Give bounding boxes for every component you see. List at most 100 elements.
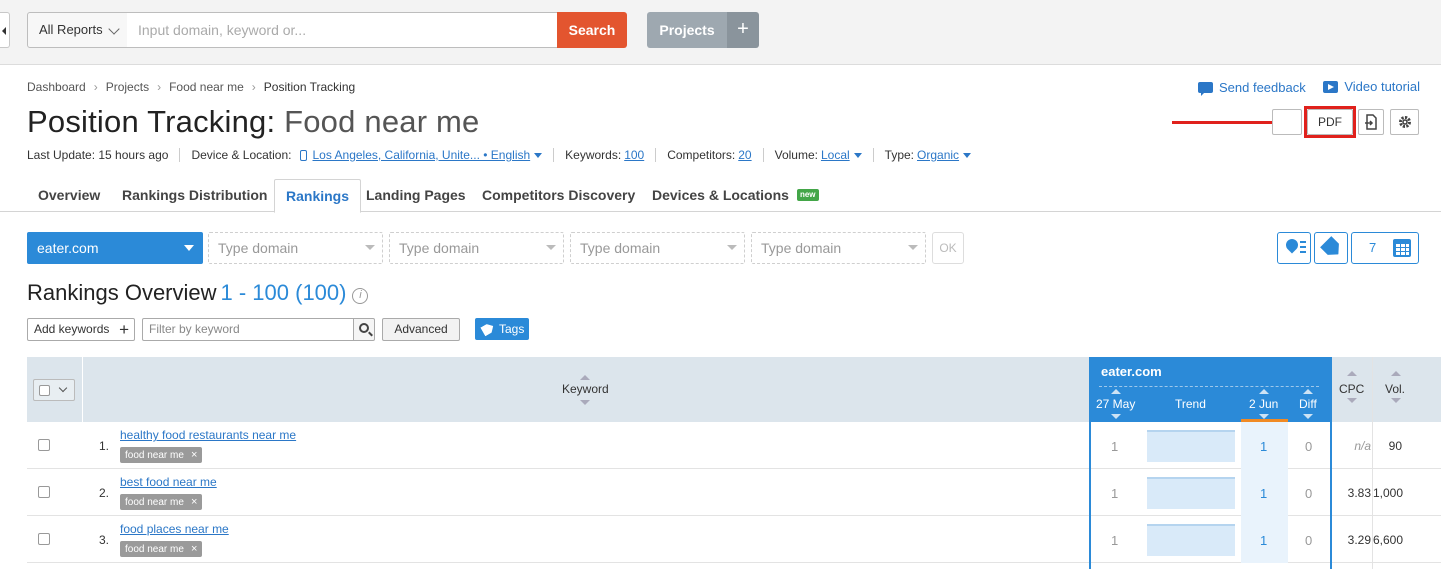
collapse-menu-button[interactable] <box>0 12 10 48</box>
calendar-icon <box>1393 239 1411 257</box>
keywords-count-link[interactable]: 100 <box>624 148 644 162</box>
competitor-domain-input-4[interactable]: Type domain <box>751 232 926 264</box>
competitor-domain-input-1[interactable]: Type domain <box>208 232 383 264</box>
keyword-link[interactable]: best food near me <box>120 475 217 489</box>
mobile-icon <box>299 149 307 161</box>
row-number: 2. <box>99 486 110 500</box>
add-keywords-label: Add keywords <box>34 322 110 336</box>
chevron-down-icon <box>365 245 375 250</box>
competitor-domain-placeholder: Type domain <box>761 240 842 256</box>
volume-column-header[interactable]: Vol. <box>1385 382 1406 396</box>
video-tutorial-label: Video tutorial <box>1344 79 1420 94</box>
date-range-value: 7 <box>1369 240 1377 255</box>
cpc-value: 3.83 <box>1347 486 1371 500</box>
device-location-value[interactable]: Los Angeles, California, Unite... • Engl… <box>313 148 531 162</box>
tab-devices-locations[interactable]: Devices & Locations new <box>641 179 830 212</box>
select-all-dropdown[interactable] <box>33 379 75 401</box>
cpc-value: 3.29 <box>1347 533 1371 547</box>
remove-tag-icon[interactable]: × <box>191 543 197 555</box>
top-bar: All Reports Input domain, keyword or... … <box>0 0 1441 65</box>
main-domain-label: eater.com <box>37 240 99 256</box>
competitor-domain-input-2[interactable]: Type domain <box>389 232 564 264</box>
tab-landing-pages[interactable]: Landing Pages <box>355 179 477 212</box>
chevron-down-icon[interactable] <box>853 152 862 158</box>
tag-icon <box>1320 236 1344 260</box>
competitors-label: Competitors: <box>667 148 736 162</box>
location-filter-button[interactable] <box>1277 232 1311 264</box>
breadcrumb: Dashboard › Projects › Food near me › Position… <box>27 80 356 94</box>
row-checkbox[interactable] <box>38 486 50 498</box>
search-button[interactable]: Search <box>557 12 627 48</box>
projects-button[interactable]: Projects <box>647 12 727 48</box>
tags-filter-button[interactable] <box>1314 232 1348 264</box>
keyword-tag: food near me × <box>120 447 203 463</box>
keyword-link[interactable]: healthy food restaurants near me <box>120 428 296 442</box>
row-checkbox[interactable] <box>38 533 50 545</box>
row-checkbox[interactable] <box>38 439 50 451</box>
rankings-range: 1 - 100 (100) <box>220 280 347 305</box>
chevron-down-icon <box>108 23 120 35</box>
date-range-button[interactable]: 7 <box>1351 232 1419 264</box>
volume-value: 1,000 <box>1373 486 1404 500</box>
chevron-down-icon <box>184 245 194 251</box>
share-button[interactable] <box>1272 109 1302 135</box>
export-button[interactable] <box>1358 109 1384 135</box>
chevron-down-icon[interactable] <box>534 152 543 158</box>
select-all-checkbox[interactable] <box>39 385 50 396</box>
gear-icon <box>1398 116 1411 128</box>
keywords-label: Keywords: <box>565 148 622 162</box>
competitor-domain-input-3[interactable]: Type domain <box>570 232 745 264</box>
tags-label: Tags <box>499 322 525 336</box>
add-project-button[interactable]: + <box>727 12 759 48</box>
main-domain-dropdown[interactable]: eater.com <box>27 232 203 264</box>
location-pin-icon <box>1283 236 1301 254</box>
keyword-link[interactable]: food places near me <box>120 522 229 536</box>
reports-dropdown[interactable]: All Reports <box>27 12 128 48</box>
tab-competitors-discovery[interactable]: Competitors Discovery <box>471 179 646 212</box>
row-number: 3. <box>99 533 110 547</box>
chevron-down-icon <box>908 245 918 250</box>
chevron-down-icon <box>727 245 737 250</box>
breadcrumb-projects[interactable]: Projects <box>106 80 149 94</box>
chevron-down-icon[interactable] <box>963 152 972 158</box>
remove-tag-icon[interactable]: × <box>191 496 197 508</box>
video-tutorial-link[interactable]: Video tutorial <box>1323 79 1420 94</box>
advanced-filter-button[interactable]: Advanced <box>382 318 460 341</box>
tab-rankings-distribution[interactable]: Rankings Distribution <box>111 179 278 212</box>
type-label: Type: <box>884 148 915 162</box>
keyword-tag-label: food near me <box>125 544 184 555</box>
cpc-value: n/a <box>1354 439 1371 453</box>
remove-tag-icon[interactable]: × <box>191 449 197 461</box>
tab-devices-locations-label: Devices & Locations <box>652 187 789 203</box>
volume-value: 90 <box>1388 439 1402 453</box>
competitor-domain-placeholder: Type domain <box>218 240 299 256</box>
keyword-column-header[interactable]: Keyword <box>562 382 609 396</box>
breadcrumb-dashboard[interactable]: Dashboard <box>27 80 86 94</box>
device-location-label: Device & Location: <box>191 148 292 162</box>
send-feedback-link[interactable]: Send feedback <box>1197 80 1306 96</box>
type-dropdown[interactable]: Organic <box>917 148 959 162</box>
search-icon <box>359 323 369 333</box>
ok-button[interactable]: OK <box>932 232 964 264</box>
volume-value: 6,600 <box>1373 533 1404 547</box>
page-title-project: Food near me <box>284 104 480 139</box>
info-icon[interactable]: i <box>352 288 369 304</box>
feedback-icon <box>1197 81 1213 96</box>
filter-search-button[interactable] <box>353 318 375 341</box>
add-keywords-button[interactable]: Add keywords + <box>27 318 135 341</box>
breadcrumb-project[interactable]: Food near me <box>169 80 244 94</box>
competitors-count-link[interactable]: 20 <box>738 148 751 162</box>
pdf-highlight-frame <box>1304 106 1356 138</box>
tab-overview[interactable]: Overview <box>27 179 111 212</box>
tags-button[interactable]: Tags <box>475 318 529 340</box>
competitor-domain-placeholder: Type domain <box>399 240 480 256</box>
chevron-down-icon <box>546 245 556 250</box>
tab-rankings[interactable]: Rankings <box>274 179 362 213</box>
volume-dropdown[interactable]: Local <box>821 148 850 162</box>
page-title: Position Tracking: Food near me <box>27 104 480 140</box>
cpc-column-header[interactable]: CPC <box>1339 382 1365 396</box>
search-input[interactable]: Input domain, keyword or... <box>127 12 558 48</box>
settings-button[interactable] <box>1390 109 1419 135</box>
annotation-arrow-line <box>1172 121 1276 124</box>
keyword-filter-input[interactable]: Filter by keyword <box>142 318 354 341</box>
